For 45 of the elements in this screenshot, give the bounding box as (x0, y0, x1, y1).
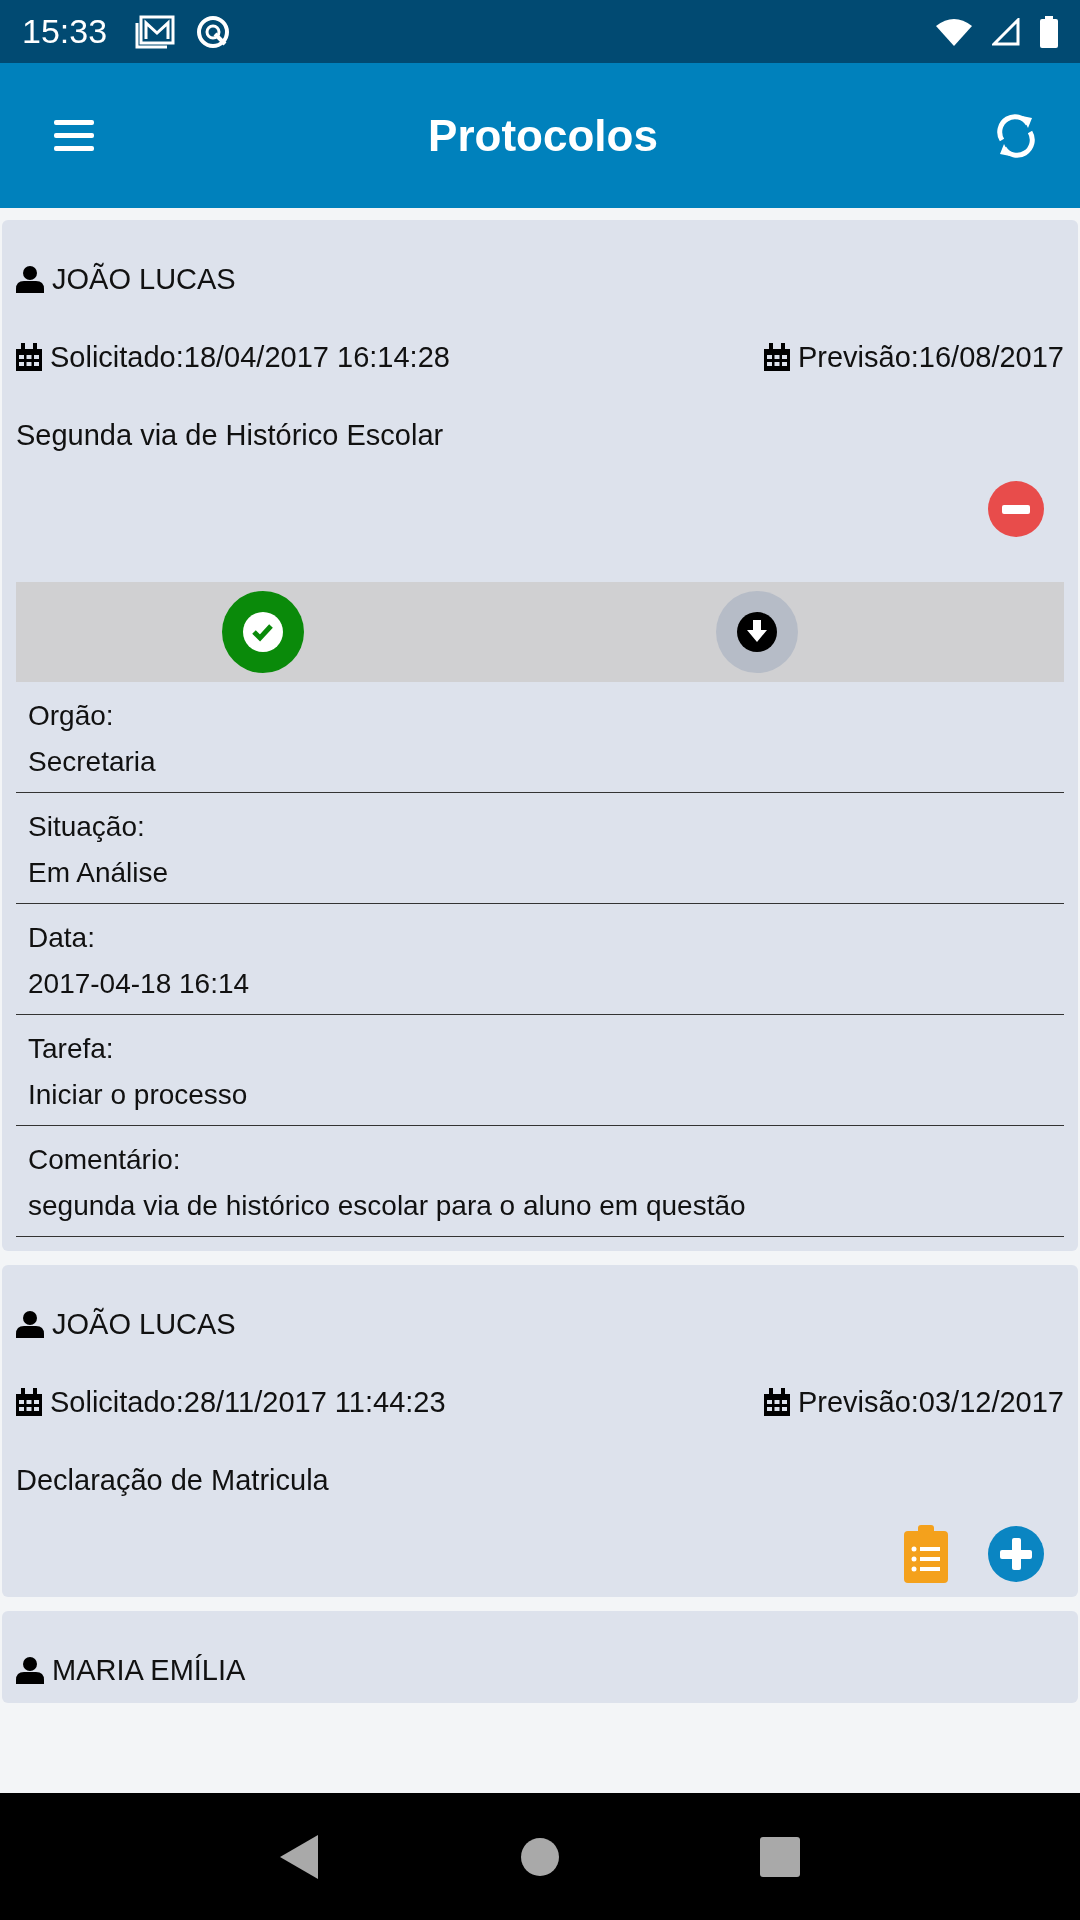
recents-icon[interactable] (760, 1836, 800, 1877)
status-time: 15:33 (22, 12, 108, 51)
detail-label: Comentário: (28, 1144, 182, 1176)
forecast-date: Previsão:03/12/2017 (797, 1385, 1064, 1419)
requester-name: MARIA EMÍLIA (52, 1653, 246, 1687)
detail-value: segunda via de histórico escolar para o aluno em questão (28, 1190, 747, 1222)
screen-title: Protocolos (428, 110, 658, 161)
requester-name: JOÃO LUCAS (52, 1307, 236, 1341)
detail-label: Situação: (28, 811, 146, 843)
detail-label: Tarefa: (28, 1033, 115, 1065)
menu-icon[interactable] (54, 119, 94, 152)
mail-icon (135, 14, 176, 49)
add-icon[interactable] (988, 1526, 1044, 1582)
calendar-icon (763, 1388, 790, 1416)
detail-label: Data: (28, 922, 96, 954)
person-icon (16, 1656, 44, 1684)
done-step-icon[interactable] (222, 591, 304, 673)
protocol-card[interactable]: MARIA EMÍLIA (2, 1611, 1078, 1703)
download-step-icon[interactable] (716, 591, 798, 673)
detail-value: Iniciar o processo (28, 1079, 249, 1111)
detail-value: Secretaria (28, 746, 157, 778)
protocol-description: Segunda via de Histórico Escolar (16, 418, 444, 452)
requester-name: JOÃO LUCAS (52, 262, 236, 296)
calendar-icon (16, 343, 42, 371)
calendar-icon (763, 343, 790, 371)
requested-date: Solicitado:28/11/2017 11:44:23 (50, 1385, 446, 1419)
protocol-card[interactable]: JOÃO LUCAS Solicitado:28/11/2017 11:44:23 Previsão:03/12/2017 Declaração de Matricula (2, 1265, 1078, 1597)
battery-icon (1040, 15, 1058, 48)
sync-status-icon (195, 13, 232, 50)
forecast-date: Previsão:16/08/2017 (797, 340, 1064, 374)
requested-date: Solicitado:18/04/2017 16:14:28 (50, 340, 450, 374)
detail-label: Orgão: (28, 700, 115, 732)
clipboard-icon[interactable] (904, 1525, 948, 1583)
protocol-card[interactable] (2, 220, 1078, 1251)
protocol-description: Declaração de Matricula (16, 1463, 329, 1497)
collapse-icon[interactable] (988, 481, 1044, 537)
person-icon (16, 265, 44, 293)
detail-value: 2017-04-18 16:14 (28, 968, 251, 1000)
person-icon (16, 1310, 44, 1338)
home-icon[interactable] (520, 1836, 560, 1877)
signal-icon (992, 17, 1020, 46)
detail-value: Em Análise (28, 857, 170, 889)
wifi-icon (936, 17, 972, 46)
back-icon[interactable] (280, 1834, 320, 1879)
calendar-icon (16, 1388, 42, 1416)
